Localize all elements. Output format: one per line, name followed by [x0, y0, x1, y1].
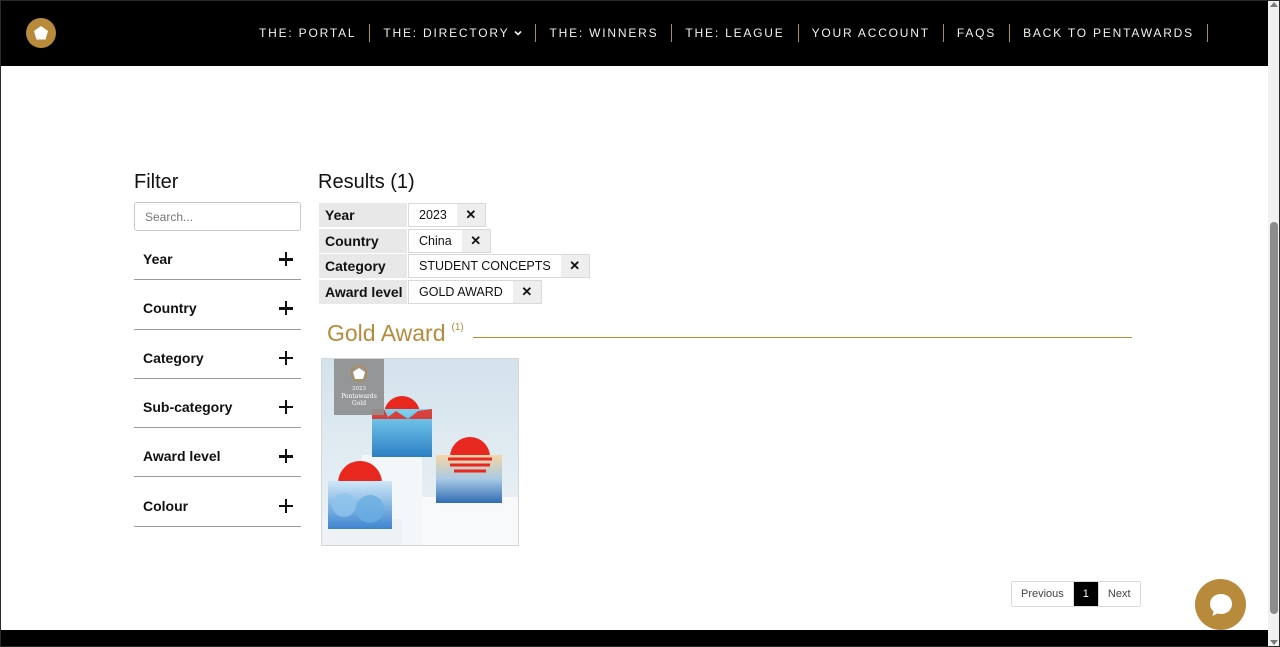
badge-name: Pentawards — [341, 393, 377, 400]
filter-search-input[interactable] — [134, 202, 301, 231]
facet-category[interactable]: Category — [134, 330, 301, 379]
active-filters: Year 2023 ✕ Country China ✕ Category STU… — [318, 202, 1132, 304]
remove-filter-icon[interactable]: ✕ — [461, 229, 490, 252]
award-group-count: (1) — [451, 321, 464, 333]
facet-label: Country — [143, 300, 197, 317]
award-group-title: Gold Award — [327, 319, 446, 346]
nav-item-faqs[interactable]: FAQS — [944, 24, 1011, 42]
facet-label: Year — [143, 251, 173, 268]
plus-icon[interactable] — [279, 498, 293, 513]
results-title: Results (1) — [318, 171, 415, 193]
active-filter-value: 2023 ✕ — [408, 203, 486, 227]
nav-item-back-to-pentawards[interactable]: BACK TO PENTAWARDS — [1010, 24, 1208, 42]
entry-thumbnail[interactable]: 2023 Pentawards Gold — [321, 358, 519, 546]
plus-icon[interactable] — [279, 350, 293, 365]
remove-filter-icon[interactable]: ✕ — [456, 204, 485, 226]
divider — [472, 336, 1132, 338]
facet-country[interactable]: Country — [134, 280, 301, 330]
plus-icon[interactable] — [279, 400, 293, 415]
facet-colour[interactable]: Colour — [134, 477, 301, 527]
pagination: Previous 1 Next — [1011, 581, 1141, 607]
scroll-up-arrow-icon[interactable] — [1270, 2, 1278, 7]
award-group-heading: Gold Award (1) — [327, 318, 1132, 348]
facet-year[interactable]: Year — [134, 231, 301, 281]
active-filter-key: Category — [319, 254, 407, 279]
facet-label: Sub-category — [143, 399, 233, 416]
results-panel: Results (1) Year 2023 ✕ Country China ✕ … — [318, 168, 1132, 546]
page-scrollbar[interactable] — [1268, 0, 1280, 647]
nav-item-portal[interactable]: THE: PORTAL — [246, 24, 371, 42]
scroll-thumb[interactable] — [1270, 222, 1278, 614]
active-filter-key: Country — [319, 228, 407, 253]
active-filter-category: Category STUDENT CONCEPTS ✕ — [318, 253, 1132, 279]
pagination-previous[interactable]: Previous — [1012, 582, 1074, 606]
badge-level: Gold — [352, 400, 366, 407]
nav-item-directory[interactable]: THE: DIRECTORY — [370, 24, 537, 42]
nav-item-league[interactable]: THE: LEAGUE — [672, 24, 799, 42]
remove-filter-icon[interactable]: ✕ — [512, 280, 541, 303]
pentagon-icon — [34, 26, 48, 40]
active-filter-value: GOLD AWARD ✕ — [408, 279, 542, 304]
active-filter-award-level: Award level GOLD AWARD ✕ — [318, 279, 1132, 305]
active-filter-year: Year 2023 ✕ — [318, 202, 1132, 228]
main-menu: THE: PORTAL THE: DIRECTORY THE: WINNERS … — [246, 0, 1208, 66]
entry-image: 2023 Pentawards Gold — [322, 359, 518, 545]
pagination-next[interactable]: Next — [1098, 582, 1140, 606]
chat-bubble-icon — [1209, 593, 1232, 616]
badge-year: 2023 — [352, 386, 366, 392]
plus-icon[interactable] — [279, 252, 293, 267]
chat-button[interactable] — [1195, 579, 1246, 630]
plus-icon[interactable] — [279, 301, 293, 316]
pentawards-logo[interactable] — [26, 18, 56, 48]
filter-title: Filter — [134, 171, 179, 193]
facet-label: Colour — [143, 497, 189, 514]
footer — [0, 630, 1268, 647]
top-navigation: THE: PORTAL THE: DIRECTORY THE: WINNERS … — [0, 0, 1268, 66]
active-filter-key: Year — [319, 203, 407, 227]
scroll-down-arrow-icon[interactable] — [1270, 640, 1278, 645]
facet-label: Award level — [143, 448, 221, 465]
chevron-down-icon — [514, 30, 523, 36]
nav-item-winners[interactable]: THE: WINNERS — [536, 24, 673, 42]
plus-icon[interactable] — [279, 449, 293, 464]
filter-sidebar: Filter Year Country Category Sub-categor… — [134, 168, 301, 527]
remove-filter-icon[interactable]: ✕ — [560, 255, 589, 278]
active-filter-country: Country China ✕ — [318, 228, 1132, 254]
facet-award-level[interactable]: Award level — [134, 428, 301, 478]
nav-item-account[interactable]: YOUR ACCOUNT — [799, 24, 944, 42]
facet-label: Category — [143, 349, 204, 366]
facet-sub-category[interactable]: Sub-category — [134, 379, 301, 429]
active-filter-value: STUDENT CONCEPTS ✕ — [408, 254, 590, 279]
active-filter-value: China ✕ — [408, 228, 491, 253]
pagination-page-current[interactable]: 1 — [1073, 582, 1099, 606]
active-filter-key: Award level — [319, 279, 407, 304]
